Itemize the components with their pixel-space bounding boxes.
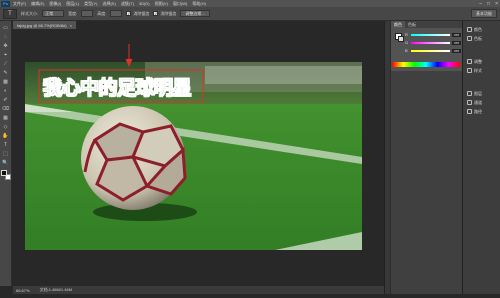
adjust-icon	[467, 59, 472, 64]
dock-item-adjustments[interactable]: 调整	[463, 57, 500, 66]
photoshop-logo: Ps	[1, 0, 10, 7]
channels-icon	[467, 100, 472, 105]
menu-bar: Ps 文件(F) 编辑(E) 图像(I) 图层(L) 类型(Y) 选择(S) 滤…	[0, 0, 500, 7]
document-tab[interactable]: fajdg.jpg @ 66.7%(RGB/8#) ×	[13, 21, 77, 29]
style-select[interactable]: 正常	[42, 10, 65, 17]
maximize-button[interactable]: □	[487, 1, 490, 7]
menu-filter[interactable]: 滤镜(T)	[121, 1, 134, 7]
height-label: 高度:	[97, 10, 107, 16]
width-label: 宽度:	[68, 10, 78, 16]
refine-edge-button[interactable]: 调整边缘...	[180, 10, 210, 17]
palette-icon	[467, 27, 472, 32]
brush-tool-icon[interactable]: ✎	[2, 69, 10, 76]
document-canvas[interactable]: 我心中的足球明星	[25, 62, 362, 250]
red-slider[interactable]: R 255	[405, 32, 461, 37]
headline-text-layer[interactable]: 我心中的足球明星	[43, 73, 203, 99]
menu-help[interactable]: 帮助(H)	[192, 1, 206, 7]
color-panel-tabs: 颜色 色板	[391, 21, 462, 28]
antialias-option[interactable]: ✓ 消除锯齿	[126, 10, 149, 17]
menu-view[interactable]: 视图(V)	[155, 1, 168, 7]
tab-color[interactable]: 颜色	[391, 21, 405, 28]
color-spectrum-bar[interactable]	[392, 62, 460, 67]
dodge-tool-icon[interactable]: ◐	[2, 87, 10, 94]
checkbox-icon: ✓	[153, 10, 159, 16]
crop-tool-icon[interactable]: ⌖	[2, 51, 10, 58]
close-tab-icon[interactable]: ×	[70, 23, 72, 28]
height-field[interactable]	[110, 10, 123, 17]
stamp-tool-icon[interactable]: ▩	[2, 78, 10, 85]
paths-icon	[467, 109, 472, 114]
close-button[interactable]: ×	[495, 1, 498, 7]
dock-item-styles[interactable]: 样式	[463, 66, 500, 75]
menu-type[interactable]: 类型(Y)	[84, 1, 97, 7]
dock-item-paths[interactable]: 路径	[463, 107, 500, 116]
blue-slider[interactable]: B 255	[405, 48, 461, 53]
menu-file[interactable]: 文件(F)	[13, 1, 26, 7]
menu-edit[interactable]: 编辑(E)	[31, 1, 44, 7]
arrow-down-icon	[125, 44, 133, 67]
move-tool-icon[interactable]: ✥	[2, 42, 10, 49]
menu-3d[interactable]: 3D(D)	[139, 1, 150, 6]
pen-tool-icon[interactable]: ✐	[2, 96, 10, 103]
width-field[interactable]	[81, 10, 94, 17]
menu-window[interactable]: 窗口(W)	[173, 1, 187, 7]
options-bar: T 样式大小: 正常 宽度: 高度: ✓ 消除锯齿 ✓ 消除锯齿 调整边缘...	[0, 7, 500, 21]
hand-tool-icon[interactable]: ✋	[2, 132, 10, 139]
empty-panel-area	[390, 71, 462, 294]
eraser-tool-icon[interactable]: ⌫	[2, 105, 10, 112]
menu-select[interactable]: 选择(S)	[102, 1, 115, 7]
tool-preset-picker[interactable]: T	[3, 8, 17, 19]
dock-item-layers[interactable]: 图层	[463, 89, 500, 98]
lasso-tool-icon[interactable]: ◌	[2, 33, 10, 40]
panel-dock: 颜色 色板 调整 样式 图层 通道 路径	[462, 21, 500, 294]
layers-icon	[467, 91, 472, 96]
window-controls: – □ ×	[479, 0, 498, 7]
dock-item-color[interactable]: 颜色	[463, 25, 500, 34]
path-select-tool-icon[interactable]: ◇	[2, 123, 10, 130]
zoom-level[interactable]: 66.67%	[16, 288, 30, 293]
align-option[interactable]: ✓ 消除锯齿	[153, 10, 176, 17]
document-tab-title: fajdg.jpg @ 66.7%(RGB/8#)	[17, 22, 67, 28]
zoom-tool-icon[interactable]: 🔍	[2, 159, 10, 166]
dock-item-swatches[interactable]: 色板	[463, 34, 500, 43]
dock-item-channels[interactable]: 通道	[463, 98, 500, 107]
tools-panel: ▭ ◌ ✥ ⌖ ⟋ ✎ ▩ ◐ ✐ ⌫ ▦ ◇ ✋ T ⬚ 🔍	[0, 21, 12, 286]
style-icon	[467, 68, 472, 73]
blue-value[interactable]: 255	[452, 48, 461, 53]
workspace-switcher[interactable]: 基本功能	[471, 9, 497, 18]
eyedropper-tool-icon[interactable]: ⟋	[2, 60, 10, 67]
grid-icon	[467, 36, 472, 41]
status-bar: 66.67% 文档:1.46M/1.46M	[13, 286, 384, 294]
gradient-tool-icon[interactable]: ▦	[2, 114, 10, 121]
type-tool-icon[interactable]: T	[2, 141, 10, 148]
menu-image[interactable]: 图像(I)	[49, 1, 61, 7]
green-slider[interactable]: G 255	[405, 40, 461, 45]
color-swatches[interactable]	[0, 170, 11, 180]
red-value[interactable]: 255	[452, 32, 461, 37]
green-value[interactable]: 255	[452, 40, 461, 45]
foreground-color-swatch[interactable]	[0, 170, 7, 176]
style-label: 样式大小:	[21, 10, 39, 16]
shape-tool-icon[interactable]: ⬚	[2, 150, 10, 157]
tab-swatches[interactable]: 色板	[405, 21, 419, 28]
menu-layer[interactable]: 图层(L)	[66, 1, 79, 7]
background-color-chip[interactable]	[398, 36, 404, 42]
document-info[interactable]: 文档:1.46M/1.46M	[40, 287, 72, 293]
marquee-tool-icon[interactable]: ▭	[2, 24, 10, 31]
minimize-button[interactable]: –	[479, 1, 482, 7]
checkbox-icon: ✓	[126, 10, 132, 16]
